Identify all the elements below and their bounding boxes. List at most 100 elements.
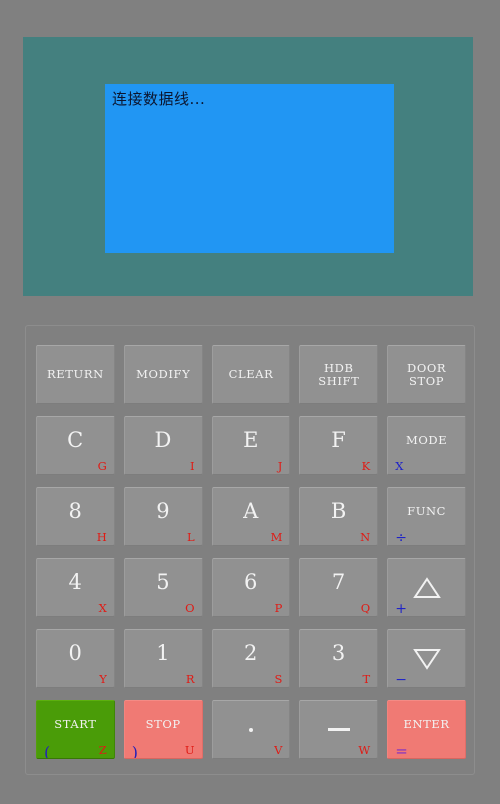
key-5-alt-legend: O — [185, 601, 195, 615]
key-0-line1: 0 — [68, 640, 83, 665]
keypad-row-3: 4 X 5 O 6 P 7 Q + — [36, 558, 466, 617]
key-start[interactable]: START Z ( — [36, 700, 115, 759]
key-e-line1: E — [243, 427, 259, 452]
key-1-label: 1 — [125, 630, 202, 682]
key-1-line1: 1 — [156, 640, 171, 665]
key-c-alt-legend: G — [97, 459, 107, 473]
key-3[interactable]: 3T — [299, 629, 379, 688]
key-hdb-shift-line2: SHIFT — [318, 373, 360, 388]
key-down[interactable]: − — [387, 629, 466, 688]
key-door-stop[interactable]: DOOR STOP — [387, 345, 466, 404]
keypad-row-2: 8 H 9 L A M B N FUNC ÷ — [36, 487, 466, 546]
key-5-label: 5 — [125, 559, 202, 611]
key-func-label: FUNC — [388, 488, 465, 540]
key-dot-alt-legend: V — [274, 743, 283, 757]
key-a[interactable]: AM — [211, 487, 291, 546]
key-stop[interactable]: STOP U) — [123, 700, 203, 759]
key-8-alt-legend: H — [96, 530, 107, 544]
key-a-label: A — [213, 488, 290, 540]
key-enter-alt-legend: = — [395, 742, 408, 759]
key-e-label: E — [213, 417, 290, 469]
keypad-panel: RETURN MODIFY CLEAR HDB SHIFT DOOR STOP C G D I E J F… — [25, 325, 475, 775]
key-mode-line1: MODE — [405, 433, 448, 448]
key-start-line1: START — [54, 717, 97, 732]
key-2[interactable]: 2S — [211, 629, 291, 688]
key-enter-label: ENTER — [388, 701, 465, 753]
key-door-stop-line1: DOOR — [407, 360, 447, 375]
key-c-label: C — [37, 417, 114, 469]
key-down-alt-legend: − — [395, 672, 407, 688]
keypad-row-4: 0 Y 1 R 2 S 3 T − — [36, 629, 466, 688]
triangle-down-icon — [388, 630, 465, 687]
key-start-alt-legend: Z — [98, 743, 107, 757]
key-9[interactable]: 9L — [123, 487, 203, 546]
key-6-label: 6 — [213, 559, 290, 611]
key-mode[interactable]: MODE X — [387, 416, 466, 475]
key-2-alt-legend: S — [274, 672, 283, 686]
key-modify[interactable]: MODIFY — [123, 345, 203, 404]
key-enter[interactable]: ENTER = — [387, 700, 466, 759]
key-d-label: D — [125, 417, 202, 469]
key-5-line1: 5 — [156, 569, 171, 594]
key-f[interactable]: FK — [299, 416, 379, 475]
key-return-label: RETURN — [37, 346, 114, 403]
key-7-label: 7 — [300, 559, 377, 611]
key-5[interactable]: 5O — [123, 558, 203, 617]
key-7-alt-legend: Q — [360, 601, 371, 615]
keypad-row-0: RETURN MODIFY CLEAR HDB SHIFT DOOR STOP — [36, 345, 466, 404]
key-0[interactable]: 0Y — [36, 629, 115, 688]
key-6[interactable]: 6P — [211, 558, 291, 617]
key-hdb-shift-line1: HDB — [324, 360, 354, 375]
key-clear-line1: CLEAR — [228, 367, 274, 382]
key-9-label: 9 — [125, 488, 202, 540]
key-stop-line1: STOP — [145, 717, 181, 732]
key-4-alt-legend: X — [98, 601, 107, 615]
keypad-row-1: C G D I E J F K MODE X — [36, 416, 466, 475]
minus-dash-icon — [300, 701, 377, 758]
key-3-line1: 3 — [331, 640, 346, 665]
key-up-alt-legend: + — [395, 601, 407, 617]
key-d-line1: D — [154, 427, 172, 452]
key-start-label: START — [37, 701, 114, 753]
key-stop-label: STOP — [125, 701, 202, 753]
key-7[interactable]: 7Q — [299, 558, 379, 617]
key-e[interactable]: EJ — [211, 416, 291, 475]
key-6-alt-legend: P — [274, 601, 283, 615]
key-8[interactable]: 8H — [36, 487, 115, 546]
key-dot[interactable]: V — [211, 700, 291, 759]
key-modify-line1: MODIFY — [136, 367, 191, 382]
key-stop-alt-legend: U — [184, 743, 195, 757]
key-9-line1: 9 — [156, 498, 171, 523]
key-dash[interactable]: W — [299, 700, 379, 759]
key-6-line1: 6 — [244, 569, 258, 594]
key-0-alt-legend: Y — [99, 672, 107, 686]
key-up[interactable]: + — [387, 558, 466, 617]
keypad-row-5: START Z ( STOP U) V W ENTER = — [36, 700, 466, 759]
key-door-stop-line2: STOP — [409, 373, 445, 388]
key-return[interactable]: RETURN — [36, 345, 115, 404]
key-b[interactable]: BN — [299, 487, 379, 546]
key-7-line1: 7 — [331, 569, 346, 594]
key-func[interactable]: FUNC ÷ — [387, 487, 466, 546]
key-2-label: 2 — [213, 630, 290, 682]
key-4-line1: 4 — [68, 569, 83, 594]
key-3-alt-legend: T — [362, 672, 371, 686]
key-hdb-shift[interactable]: HDB SHIFT — [299, 345, 379, 404]
key-clear[interactable]: CLEAR — [211, 345, 291, 404]
key-0-label: 0 — [37, 630, 114, 682]
key-d[interactable]: DI — [123, 416, 203, 475]
key-stop-alt2-legend: ) — [131, 743, 139, 759]
display-panel: 连接数据线... — [23, 37, 473, 296]
key-func-line1: FUNC — [407, 504, 447, 519]
key-d-alt-legend: I — [190, 459, 195, 473]
key-enter-line1: ENTER — [403, 717, 450, 732]
key-1-alt-legend: R — [185, 672, 195, 686]
triangle-up-icon — [388, 559, 465, 616]
key-a-line1: A — [243, 498, 259, 523]
key-c[interactable]: CG — [36, 416, 115, 475]
key-4[interactable]: 4X — [36, 558, 115, 617]
status-message: 连接数据线... — [112, 90, 206, 108]
key-start-alt2-legend: ( — [44, 743, 51, 759]
key-2-line1: 2 — [244, 640, 258, 665]
key-1[interactable]: 1R — [123, 629, 203, 688]
